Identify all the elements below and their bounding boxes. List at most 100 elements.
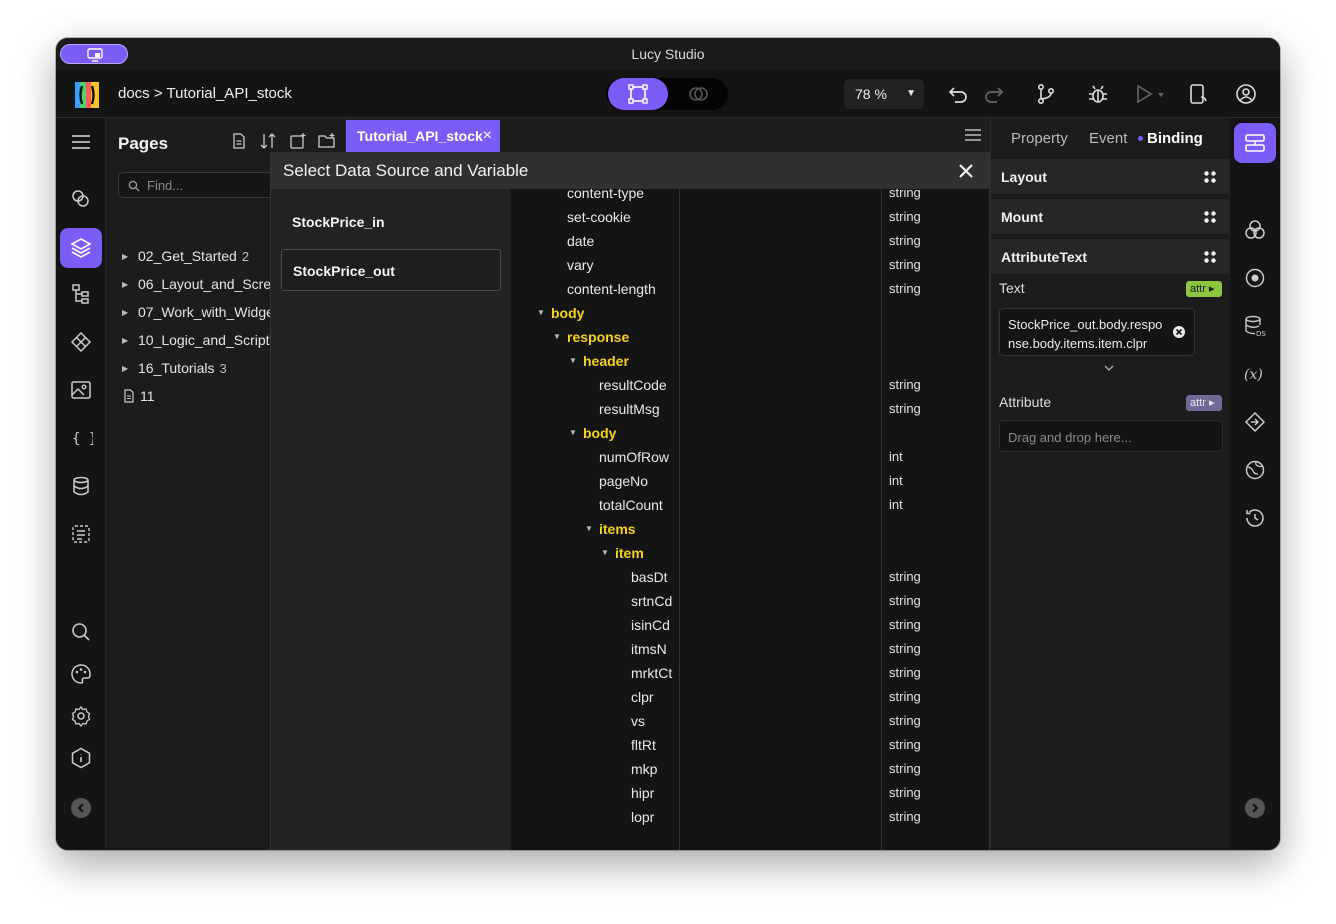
variable-row[interactable]: set-cookie string: [511, 205, 989, 229]
caret-down-icon[interactable]: ▼: [585, 517, 593, 541]
variable-row[interactable]: ▼ header: [511, 349, 989, 373]
collapse-left-button[interactable]: [71, 798, 91, 818]
breadcrumb[interactable]: docs > Tutorial_API_stock: [118, 85, 292, 102]
widgets-icon[interactable]: [69, 330, 93, 354]
history-icon[interactable]: [1243, 506, 1267, 530]
new-page-icon[interactable]: [230, 132, 248, 150]
variable-row[interactable]: clpr string: [511, 685, 989, 709]
variable-icon[interactable]: (x): [1243, 362, 1267, 386]
close-icon[interactable]: [957, 162, 975, 180]
variable-row[interactable]: pageNo int: [511, 469, 989, 493]
binding-rail-button[interactable]: [1234, 123, 1276, 163]
tab-property[interactable]: Property: [1011, 130, 1068, 147]
data-source-item[interactable]: StockPrice_in: [281, 201, 501, 243]
database-icon[interactable]: [69, 474, 93, 498]
page-folder-row[interactable]: ▶ 07_Work_with_Widget: [122, 304, 278, 326]
tab-menu-icon[interactable]: [964, 128, 982, 142]
variable-row[interactable]: mrktCt string: [511, 661, 989, 685]
text-attr-badge[interactable]: attr ▸: [1186, 281, 1222, 297]
clear-icon[interactable]: [1172, 325, 1186, 339]
mount-section[interactable]: Mount: [991, 198, 1231, 234]
variable-row[interactable]: ▼ response: [511, 325, 989, 349]
text-binding-value[interactable]: StockPrice_out.body.response.body.items.…: [999, 308, 1195, 356]
caret-right-icon[interactable]: ▶: [122, 308, 138, 317]
layout-section[interactable]: Layout: [991, 158, 1231, 194]
variable-row[interactable]: content-type string: [511, 189, 989, 205]
find-input[interactable]: [147, 176, 275, 194]
attribute-drop-zone[interactable]: [999, 420, 1223, 452]
caret-down-icon[interactable]: ▼: [601, 541, 609, 565]
screen-share-button[interactable]: [60, 44, 128, 64]
design-mode-button[interactable]: [608, 78, 668, 110]
variable-row[interactable]: fltRt string: [511, 733, 989, 757]
drag-handle-icon[interactable]: [1203, 210, 1217, 224]
find-field[interactable]: [118, 172, 278, 198]
add-folder-icon[interactable]: [318, 132, 336, 150]
image-icon[interactable]: [69, 378, 93, 402]
sort-icon[interactable]: [259, 132, 277, 150]
variable-row[interactable]: resultCode string: [511, 373, 989, 397]
page-folder-row[interactable]: ▶ 06_Layout_and_Scree: [122, 276, 279, 298]
variable-row[interactable]: ▼ item: [511, 541, 989, 565]
tab-event[interactable]: Event: [1089, 130, 1127, 147]
variable-row[interactable]: hipr string: [511, 781, 989, 805]
datasource-icon[interactable]: DS: [1243, 314, 1267, 338]
variable-row[interactable]: itmsN string: [511, 637, 989, 661]
preview-mode-button[interactable]: [668, 78, 728, 110]
variable-row[interactable]: mkp string: [511, 757, 989, 781]
search-icon[interactable]: [69, 620, 93, 644]
attribute-text-section[interactable]: AttributeText: [991, 238, 1231, 274]
palette-icon[interactable]: [69, 662, 93, 686]
add-frame-icon[interactable]: [289, 132, 307, 150]
variable-row[interactable]: content-length string: [511, 277, 989, 301]
code-icon[interactable]: { }: [69, 426, 93, 450]
variable-row[interactable]: srtnCd string: [511, 589, 989, 613]
caret-right-icon[interactable]: ▶: [122, 252, 138, 261]
data-source-item-selected[interactable]: StockPrice_out: [281, 249, 501, 291]
variable-row[interactable]: date string: [511, 229, 989, 253]
variable-row[interactable]: numOfRow int: [511, 445, 989, 469]
mode-toggle[interactable]: [606, 78, 728, 110]
variable-row[interactable]: vs string: [511, 709, 989, 733]
variable-row[interactable]: basDt string: [511, 565, 989, 589]
play-icon[interactable]: [1132, 82, 1156, 106]
drag-handle-icon[interactable]: [1203, 250, 1217, 264]
undo-icon[interactable]: [946, 82, 970, 106]
caret-right-icon[interactable]: ▶: [122, 280, 138, 289]
variable-row[interactable]: ▼ items: [511, 517, 989, 541]
target-icon[interactable]: [1243, 266, 1267, 290]
caret-down-icon[interactable]: ▼: [569, 349, 577, 373]
caret-down-icon[interactable]: ▼: [553, 325, 561, 349]
page-folder-row[interactable]: ▶ 16_Tutorials 3: [122, 360, 227, 382]
menu-icon[interactable]: [69, 130, 93, 154]
info-icon[interactable]: [69, 746, 93, 770]
account-icon[interactable]: [1234, 82, 1258, 106]
components-icon[interactable]: [69, 186, 93, 210]
settings-icon[interactable]: [69, 704, 93, 728]
device-preview-icon[interactable]: [1186, 82, 1210, 106]
attribute-drop-input[interactable]: [1008, 428, 1208, 446]
debug-icon[interactable]: [1086, 82, 1110, 106]
tab-tutorial-api-stock[interactable]: Tutorial_API_stock ×: [346, 120, 500, 152]
zoom-select[interactable]: 78 % ▼: [844, 79, 924, 109]
caret-right-icon[interactable]: ▶: [122, 364, 138, 373]
redo-icon[interactable]: [982, 82, 1006, 106]
schema-icon[interactable]: [69, 522, 93, 546]
variable-row[interactable]: resultMsg string: [511, 397, 989, 421]
tab-binding[interactable]: Binding: [1138, 130, 1203, 147]
action-icon[interactable]: [1243, 410, 1267, 434]
variable-row[interactable]: lopr string: [511, 805, 989, 829]
layers-icon[interactable]: [69, 236, 93, 260]
styles-icon[interactable]: [1243, 218, 1267, 242]
variable-row[interactable]: ▼ body: [511, 301, 989, 325]
variable-row[interactable]: isinCd string: [511, 613, 989, 637]
drag-handle-icon[interactable]: [1203, 170, 1217, 184]
expand-right-button[interactable]: [1245, 798, 1265, 818]
attribute-attr-badge[interactable]: attr ▸: [1186, 395, 1222, 411]
branch-icon[interactable]: [1034, 82, 1058, 106]
page-row[interactable]: 11: [122, 388, 155, 410]
variable-row[interactable]: ▼ body: [511, 421, 989, 445]
caret-right-icon[interactable]: ▶: [122, 336, 138, 345]
caret-down-icon[interactable]: ▼: [537, 301, 545, 325]
tree-icon[interactable]: [69, 282, 93, 306]
